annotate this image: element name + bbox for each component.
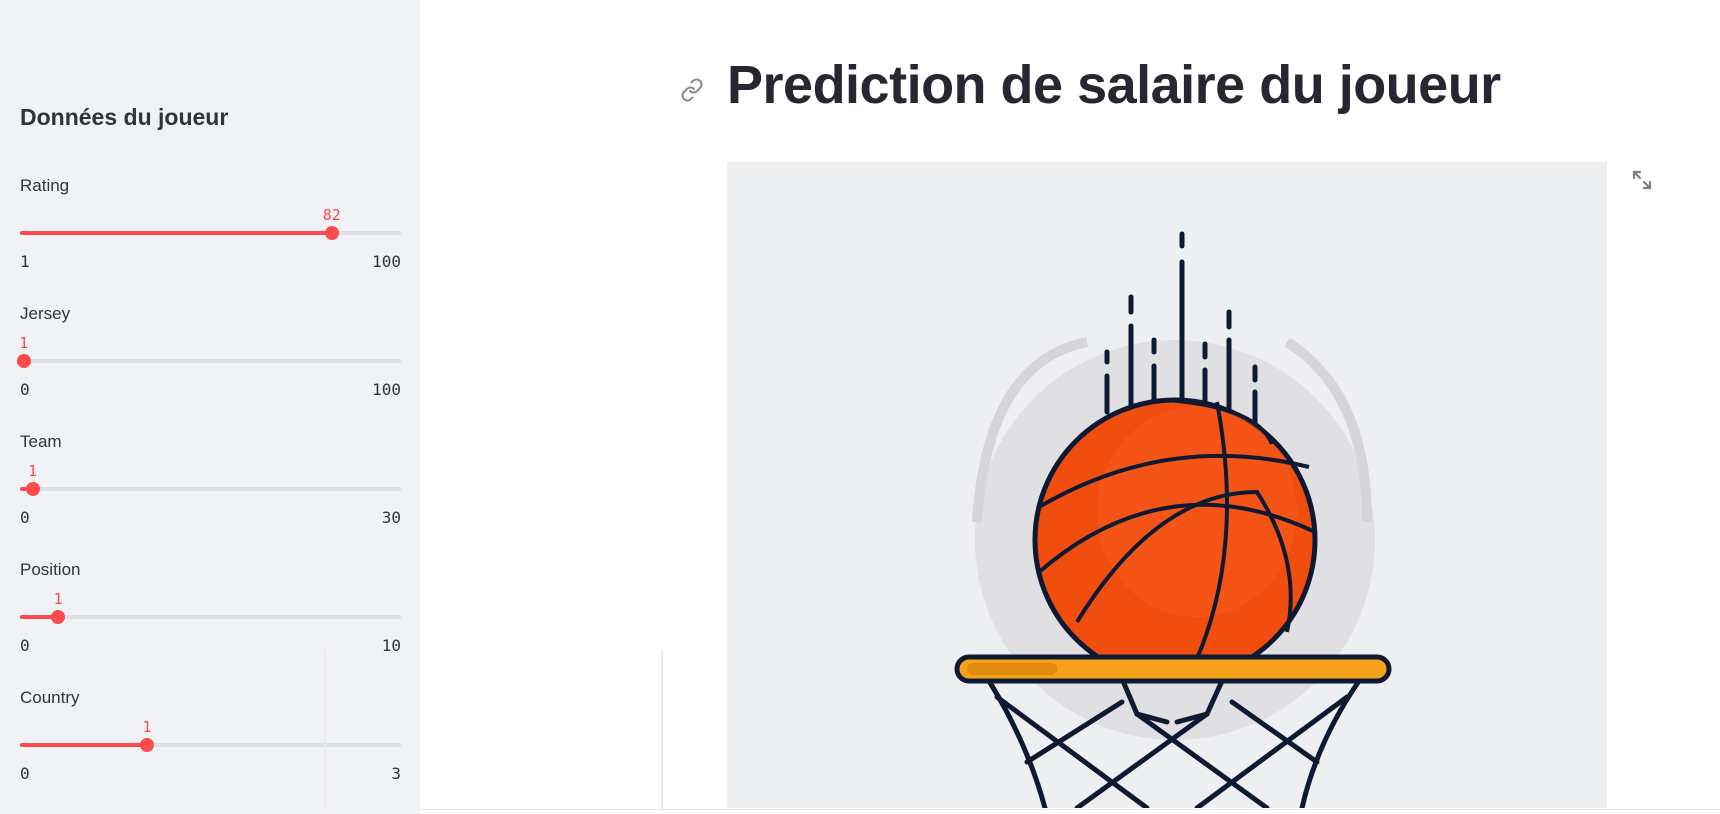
slider-min: 0 xyxy=(20,636,30,655)
fullscreen-expand-icon[interactable] xyxy=(1630,168,1654,192)
slider-max: 100 xyxy=(372,252,401,271)
slider-track[interactable] xyxy=(20,482,401,496)
slider-value: 1 xyxy=(53,590,63,608)
slider-fill xyxy=(20,743,147,747)
slider-max: 10 xyxy=(381,636,401,655)
slider-thumb[interactable] xyxy=(140,738,154,752)
slider-label: Country xyxy=(20,688,80,707)
slider-team[interactable]: Team 1 0 30 xyxy=(20,432,401,552)
slider-thumb[interactable] xyxy=(16,354,31,368)
slider-label: Position xyxy=(20,560,81,579)
bottom-divider xyxy=(420,809,1720,810)
slider-jersey[interactable]: Jersey 1 0 100 xyxy=(16,304,401,424)
slider-track[interactable] xyxy=(20,226,401,240)
slider-value: 1 xyxy=(28,462,38,480)
divider xyxy=(324,650,326,810)
page-title: Prediction de salaire du joueur xyxy=(727,55,1501,115)
slider-fill xyxy=(20,231,332,235)
slider-max: 100 xyxy=(372,380,401,399)
slider-min: 1 xyxy=(20,252,30,271)
slider-max: 3 xyxy=(391,764,401,783)
slider-country[interactable]: Country 1 0 3 xyxy=(20,688,401,808)
slider-label: Team xyxy=(20,432,62,451)
slider-max: 30 xyxy=(381,508,401,527)
sidebar-title: Données du joueur xyxy=(20,104,229,130)
slider-thumb[interactable] xyxy=(25,482,40,496)
slider-value: 82 xyxy=(322,206,341,224)
divider xyxy=(661,650,663,810)
slider-position[interactable]: Position 1 0 10 xyxy=(20,560,401,680)
slider-rating[interactable]: Rating 82 1 100 xyxy=(20,176,401,296)
link-anchor-icon[interactable] xyxy=(680,78,704,102)
slider-label: Rating xyxy=(20,176,70,195)
slider-value: 1 xyxy=(19,334,29,352)
slider-thumb[interactable] xyxy=(51,610,66,624)
slider-thumb[interactable] xyxy=(324,226,339,240)
slider-track[interactable] xyxy=(16,354,401,368)
slider-track[interactable] xyxy=(20,738,401,752)
slider-value: 1 xyxy=(142,718,152,736)
slider-track[interactable] xyxy=(20,610,401,624)
sidebar: Données du joueur Rating 82 1 100 Jersey … xyxy=(0,0,420,814)
slider-label: Jersey xyxy=(20,304,71,323)
slider-min: 0 xyxy=(20,380,30,399)
slider-min: 0 xyxy=(20,508,30,527)
basketball-image xyxy=(727,162,1607,808)
slider-min: 0 xyxy=(20,764,30,783)
